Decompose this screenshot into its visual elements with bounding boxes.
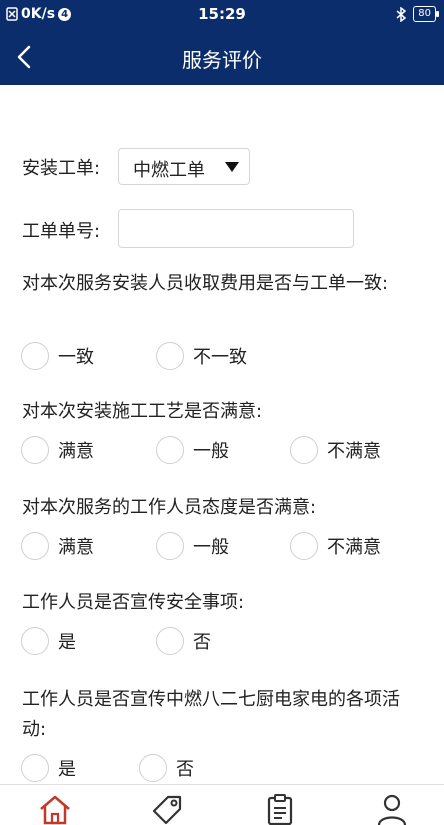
radio-label: 不满意: [327, 441, 381, 462]
dropdown-arrow-icon: [225, 162, 239, 172]
radio-label: 一般: [193, 441, 229, 462]
question-text: 工作人员是否宣传中燃八二七厨电家电的各项活动:: [22, 689, 400, 740]
nav-bar: 服务评价: [0, 30, 444, 85]
battery-indicator: 80: [413, 6, 439, 22]
radio-option-no[interactable]: 否: [139, 754, 194, 782]
radio-circle[interactable]: [156, 342, 184, 370]
question-text: 对本次安装施工工艺是否满意:: [22, 401, 263, 422]
status-bar: 0K/s 4 15:29 80: [0, 0, 444, 30]
radio-circle[interactable]: [290, 436, 318, 464]
page-title: 服务评价: [182, 48, 262, 72]
radio-option-inconsistent[interactable]: 不一致: [156, 342, 247, 370]
question-text: 工作人员是否宣传安全事项:: [22, 592, 245, 613]
radio-option-yes[interactable]: 是: [21, 754, 76, 782]
radio-label: 一般: [193, 537, 229, 558]
radio-circle[interactable]: [139, 754, 167, 782]
radio-circle[interactable]: [290, 532, 318, 560]
radio-circle[interactable]: [21, 754, 49, 782]
radio-option-consistent[interactable]: 一致: [21, 342, 94, 370]
radio-label: 满意: [58, 537, 94, 558]
install-order-label: 安装工单:: [22, 158, 101, 179]
radio-label: 是: [58, 632, 76, 653]
radio-option-satisfied[interactable]: 满意: [21, 436, 94, 464]
install-order-value: 中燃工单: [133, 160, 205, 181]
question-text: 对本次服务安装人员收取费用是否与工单一致:: [22, 273, 389, 294]
status-right: 80: [395, 6, 439, 22]
radio-label: 不一致: [193, 347, 247, 368]
install-order-select[interactable]: 中燃工单: [118, 148, 250, 185]
radio-circle[interactable]: [21, 436, 49, 464]
radio-label: 是: [58, 759, 76, 780]
status-time: 15:29: [198, 5, 246, 23]
clipboard-icon[interactable]: [262, 793, 298, 825]
radio-option-yes[interactable]: 是: [21, 627, 76, 655]
radio-circle[interactable]: [21, 532, 49, 560]
radio-label: 否: [193, 632, 211, 653]
user-icon[interactable]: [374, 793, 410, 825]
bluetooth-icon: [396, 6, 407, 22]
radio-option-unsatisfied[interactable]: 不满意: [290, 436, 381, 464]
tag-icon[interactable]: [148, 793, 184, 825]
question-text: 对本次服务的工作人员态度是否满意:: [22, 497, 317, 518]
order-number-input[interactable]: [118, 209, 354, 248]
radio-circle[interactable]: [21, 342, 49, 370]
radio-circle[interactable]: [156, 532, 184, 560]
order-number-label: 工单单号:: [22, 221, 101, 242]
bottom-tab-bar: [0, 784, 444, 825]
radio-circle[interactable]: [156, 627, 184, 655]
radio-option-no[interactable]: 否: [156, 627, 211, 655]
radio-circle[interactable]: [21, 627, 49, 655]
radio-label: 一致: [58, 347, 94, 368]
radio-label: 满意: [58, 441, 94, 462]
radio-label: 不满意: [327, 537, 381, 558]
radio-label: 否: [176, 759, 194, 780]
radio-option-unsatisfied[interactable]: 不满意: [290, 532, 381, 560]
radio-option-average[interactable]: 一般: [156, 532, 229, 560]
radio-option-average[interactable]: 一般: [156, 436, 229, 464]
radio-option-satisfied[interactable]: 满意: [21, 532, 94, 560]
radio-circle[interactable]: [156, 436, 184, 464]
home-icon[interactable]: [37, 793, 73, 825]
